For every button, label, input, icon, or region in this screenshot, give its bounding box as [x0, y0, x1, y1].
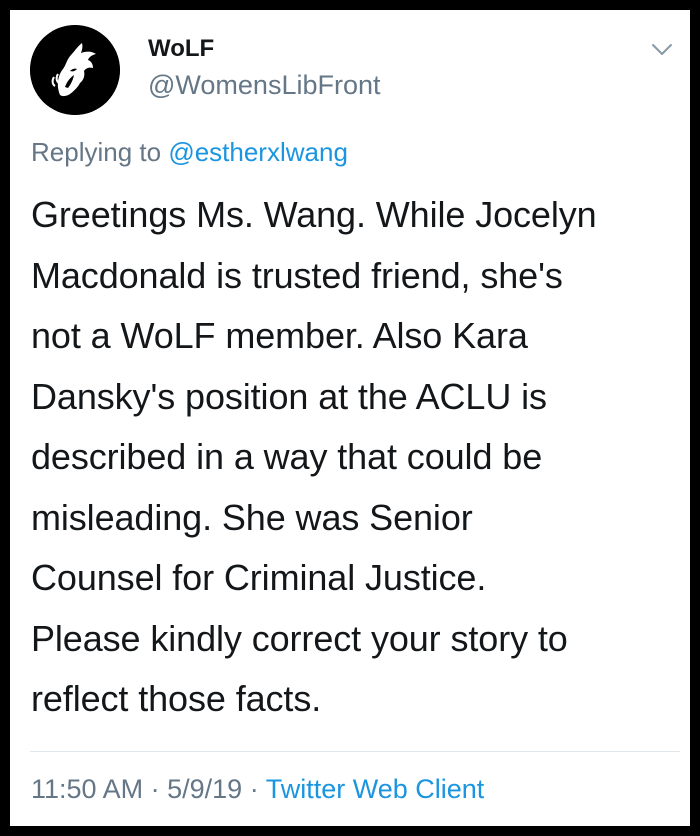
- tweet-text-line: Counsel for Criminal Justice.: [31, 557, 487, 598]
- divider: [30, 751, 680, 752]
- user-handle[interactable]: @WomensLibFront: [148, 70, 381, 101]
- tweet-card: WoLF @WomensLibFront Replying to @esther…: [10, 10, 690, 826]
- reply-prefix: Replying to: [31, 137, 162, 167]
- tweet-text-line: Macdonald is trusted friend, she's: [31, 254, 563, 296]
- client-link[interactable]: Twitter Web Client: [266, 774, 485, 804]
- tweet-meta: 11:50 AM · 5/9/19 · Twitter Web Client: [31, 774, 484, 805]
- meta-separator: ·: [249, 774, 259, 804]
- display-name[interactable]: WoLF: [148, 35, 214, 63]
- tweet-text-line: described in a way that could be: [31, 436, 543, 477]
- avatar[interactable]: [30, 25, 120, 115]
- tweet-text-line: reflect those facts.: [31, 678, 322, 719]
- tweet-text-line: not a WoLF member. Also Kara: [31, 315, 528, 356]
- tweet-time[interactable]: 11:50 AM: [31, 774, 143, 804]
- reply-context: Replying to @estherxlwang: [31, 137, 348, 168]
- tweet-text-line: misleading. She was Senior: [31, 496, 473, 538]
- tweet-text-line: Greetings Ms. Wang. While Jocelyn: [31, 194, 597, 235]
- meta-separator: ·: [150, 774, 160, 804]
- chevron-down-icon[interactable]: [650, 40, 674, 60]
- tweet-text-line: Please kindly correct your story to: [31, 617, 568, 659]
- tweet-text-line: Dansky's position at the ACLU is: [31, 375, 547, 417]
- tweet-date[interactable]: 5/9/19: [167, 774, 242, 804]
- reply-to-link[interactable]: @estherxlwang: [168, 137, 348, 167]
- tweet-text: Greetings Ms. Wang. While Jocelyn Macdon…: [31, 185, 681, 730]
- wolf-logo-icon: [30, 25, 120, 115]
